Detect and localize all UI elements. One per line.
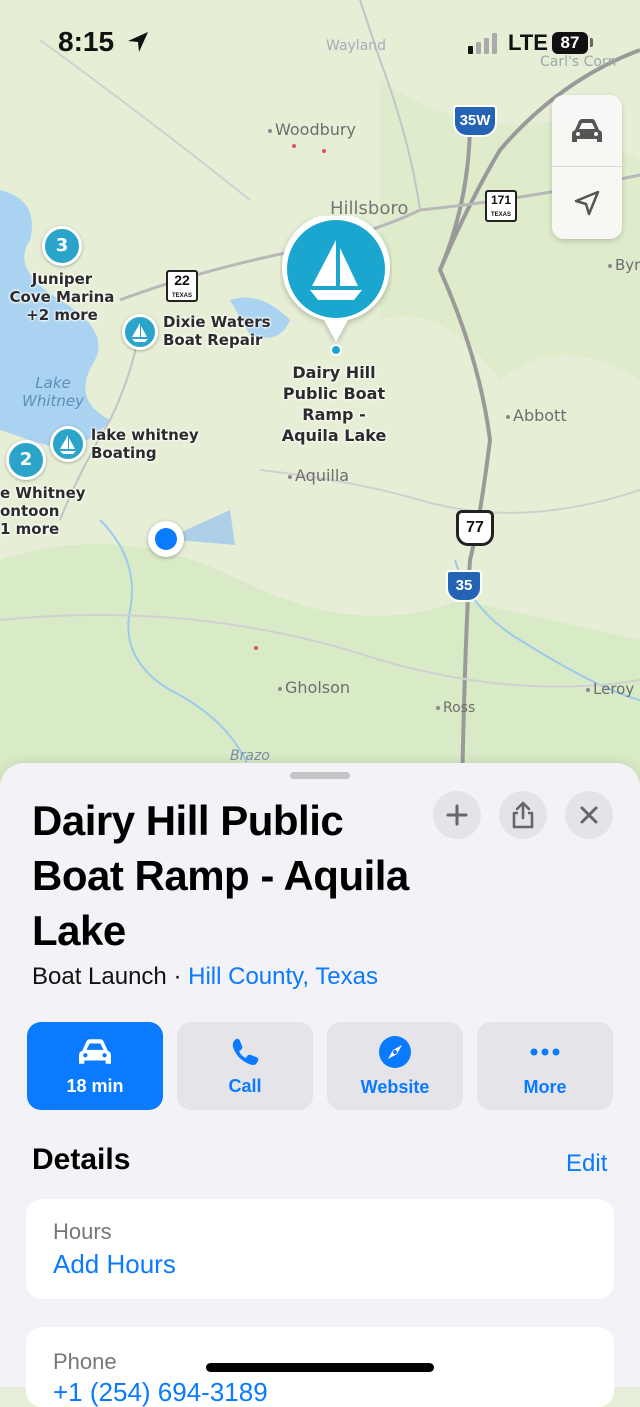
town-label: Gholson xyxy=(278,678,350,697)
poi-label: Dixie Waters Boat Repair xyxy=(163,313,271,349)
sheet-grabber[interactable] xyxy=(290,772,350,779)
us-77-shield: 77 xyxy=(456,510,494,546)
close-button[interactable] xyxy=(565,791,613,839)
phone-icon xyxy=(232,1038,259,1065)
status-bar: 8:15 LTE 87 xyxy=(0,0,640,90)
call-button[interactable]: Call xyxy=(177,1022,313,1110)
sailboat-poi-pin[interactable] xyxy=(50,426,86,462)
phone-label: Phone xyxy=(53,1349,117,1374)
locate-me-button[interactable] xyxy=(552,167,622,239)
add-hours-link[interactable]: Add Hours xyxy=(53,1249,176,1280)
website-button[interactable]: Website xyxy=(327,1022,463,1110)
battery-indicator: 87 xyxy=(552,32,588,54)
user-location-dot xyxy=(148,521,184,557)
car-icon xyxy=(79,1038,111,1064)
place-card-sheet[interactable]: Dairy Hill Public Boat Ramp - Aquila Lak… xyxy=(0,763,640,1407)
hours-card: Hours Add Hours xyxy=(26,1199,614,1299)
sailboat-icon xyxy=(282,213,390,356)
status-time: 8:15 xyxy=(58,26,115,57)
close-icon xyxy=(580,806,598,824)
network-type: LTE xyxy=(508,30,548,55)
home-indicator[interactable] xyxy=(206,1363,434,1372)
town-label: Leroy xyxy=(586,680,634,698)
sailboat-poi-pin[interactable] xyxy=(122,314,158,350)
battery-tip xyxy=(590,38,593,47)
location-arrow-icon xyxy=(574,190,600,216)
lake-label: Lake Whitney xyxy=(22,374,84,410)
cluster-label: e Whitney ontoon 1 more xyxy=(0,484,86,538)
hours-label: Hours xyxy=(53,1219,112,1244)
town-label: Abbott xyxy=(506,406,567,425)
share-button[interactable] xyxy=(499,791,547,839)
river-label: Brazo xyxy=(230,748,270,764)
map-mode-button[interactable] xyxy=(552,95,622,167)
separator: · xyxy=(166,963,189,990)
poi-cluster[interactable]: 2 xyxy=(6,440,46,480)
state-highway-171-shield: 171 TEXAS xyxy=(485,190,517,222)
details-heading: Details xyxy=(32,1143,131,1176)
cluster-label: Juniper Cove Marina +2 more xyxy=(9,270,115,324)
poi-label: lake whitney Boating xyxy=(91,426,199,462)
town-label: Aquilla xyxy=(288,466,349,485)
interstate-35-shield: 35 xyxy=(446,570,482,602)
map-view[interactable]: Woodbury Hillsboro Abbott Aquilla Gholso… xyxy=(0,0,640,790)
sailboat-icon xyxy=(132,323,148,342)
map-controls xyxy=(552,95,622,239)
place-category: Boat Launch xyxy=(32,963,167,990)
place-region-link[interactable]: Hill County, Texas xyxy=(188,963,378,990)
place-subtitle: Boat Launch · Hill County, Texas xyxy=(32,963,378,991)
directions-button[interactable]: 18 min xyxy=(27,1022,163,1110)
car-icon xyxy=(572,119,602,142)
town-label: Byr xyxy=(608,256,640,274)
selected-place-pin[interactable] xyxy=(280,213,392,356)
more-button[interactable]: More xyxy=(477,1022,613,1110)
plus-icon xyxy=(446,804,468,826)
selected-place-label: Dairy Hill Public Boat Ramp - Aquila Lake xyxy=(281,363,387,445)
edit-details-link[interactable]: Edit xyxy=(566,1150,607,1178)
share-icon xyxy=(512,801,534,829)
interstate-35w-shield: 35W xyxy=(453,105,497,137)
town-label: Woodbury xyxy=(268,120,356,139)
sailboat-icon xyxy=(60,435,76,454)
poi-cluster[interactable]: 3 xyxy=(42,226,82,266)
phone-number-link[interactable]: +1 (254) 694-3189 xyxy=(53,1377,268,1407)
compass-icon xyxy=(379,1035,411,1068)
town-label: Ross xyxy=(436,700,475,716)
place-title: Dairy Hill Public Boat Ramp - Aquila Lak… xyxy=(32,797,409,954)
signal-icon xyxy=(468,33,497,54)
state-highway-22-shield: 22 TEXAS xyxy=(166,270,198,302)
add-button[interactable] xyxy=(433,791,481,839)
ellipsis-icon xyxy=(530,1048,560,1055)
location-services-icon xyxy=(128,32,148,52)
